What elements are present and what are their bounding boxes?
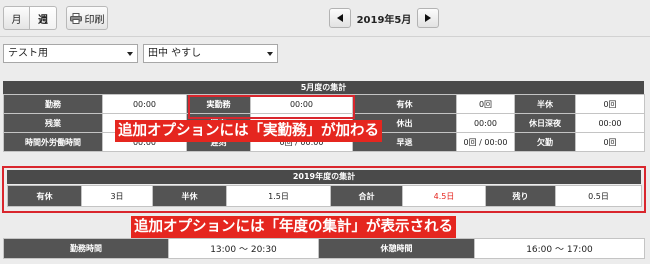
- yearly-summary-panel: 2019年度の集計 有休 3日 半休 1.5日 合計 4.5日 残り 0.5日: [2, 166, 646, 213]
- summary-value: 0回: [575, 94, 645, 114]
- summary-label: 休日深夜: [514, 113, 576, 133]
- yearly-label: 残り: [485, 185, 556, 207]
- arrow-right-icon: [425, 14, 431, 22]
- month-view-button[interactable]: 月: [3, 6, 30, 30]
- print-label: 印刷: [84, 14, 105, 26]
- prev-month-button[interactable]: [329, 8, 351, 28]
- yearly-total-value: 4.5日: [402, 185, 486, 207]
- current-period: 2019年5月: [356, 14, 412, 26]
- callout-banner-actual-work: 追加オプションには「実勤務」が加わる: [115, 120, 382, 142]
- group-select-value: テスト用: [8, 48, 48, 59]
- yearly-label: 半休: [152, 185, 227, 207]
- shift-label: 休憩時間: [318, 238, 475, 259]
- shift-value: 13:00 〜 20:30: [168, 238, 319, 259]
- shift-time-table: 勤務時間 13:00 〜 20:30 休憩時間 16:00 〜 17:00: [3, 238, 645, 259]
- summary-value: 00:00: [102, 94, 187, 114]
- yearly-summary-table: 有休 3日 半休 1.5日 合計 4.5日 残り 0.5日: [7, 185, 642, 207]
- yearly-summary-title: 2019年度の集計: [7, 170, 641, 184]
- summary-label: 勤務: [3, 94, 103, 114]
- summary-label: 残業: [3, 113, 103, 133]
- period-nav: 2019年5月: [329, 8, 439, 28]
- summary-value: 00:00: [575, 113, 645, 133]
- toolbar-divider: [0, 36, 650, 37]
- table-row: 有休 3日 半休 1.5日 合計 4.5日 残り 0.5日: [7, 185, 642, 207]
- yearly-value: 0.5日: [555, 185, 642, 207]
- toolbar: 月 週 印刷 2019年5月: [0, 0, 650, 36]
- summary-value: 0回: [575, 132, 645, 152]
- yearly-value: 3日: [81, 185, 153, 207]
- group-select[interactable]: テスト用: [3, 44, 138, 63]
- table-row: 勤務時間 13:00 〜 20:30 休憩時間 16:00 〜 17:00: [3, 238, 645, 259]
- summary-value: 0回 / 00:00: [456, 132, 515, 152]
- print-button[interactable]: 印刷: [66, 6, 108, 30]
- chevron-down-icon: [267, 52, 273, 56]
- view-toggle: 月 週: [3, 6, 57, 30]
- printer-icon: [69, 12, 82, 24]
- chevron-down-icon: [127, 52, 133, 56]
- jitsukinmu-highlight: [188, 95, 355, 119]
- week-view-button[interactable]: 週: [30, 6, 57, 30]
- next-month-button[interactable]: [417, 8, 439, 28]
- yearly-value: 1.5日: [226, 185, 331, 207]
- summary-value: 0回: [456, 94, 515, 114]
- yearly-label: 合計: [330, 185, 403, 207]
- shift-label: 勤務時間: [3, 238, 169, 259]
- summary-label: 半休: [514, 94, 576, 114]
- summary-label: 時間外労働時間: [3, 132, 103, 152]
- summary-label: 有休: [352, 94, 457, 114]
- monthly-summary-title: 5月度の集計: [3, 81, 644, 94]
- shift-value: 16:00 〜 17:00: [474, 238, 645, 259]
- summary-value: 00:00: [456, 113, 515, 133]
- yearly-label: 有休: [7, 185, 82, 207]
- user-select[interactable]: 田中 やすし: [143, 44, 278, 63]
- user-select-value: 田中 やすし: [148, 48, 202, 59]
- arrow-left-icon: [337, 14, 343, 22]
- summary-label: 欠勤: [514, 132, 576, 152]
- callout-banner-yearly-summary: 追加オプションには「年度の集計」が表示される: [131, 216, 456, 238]
